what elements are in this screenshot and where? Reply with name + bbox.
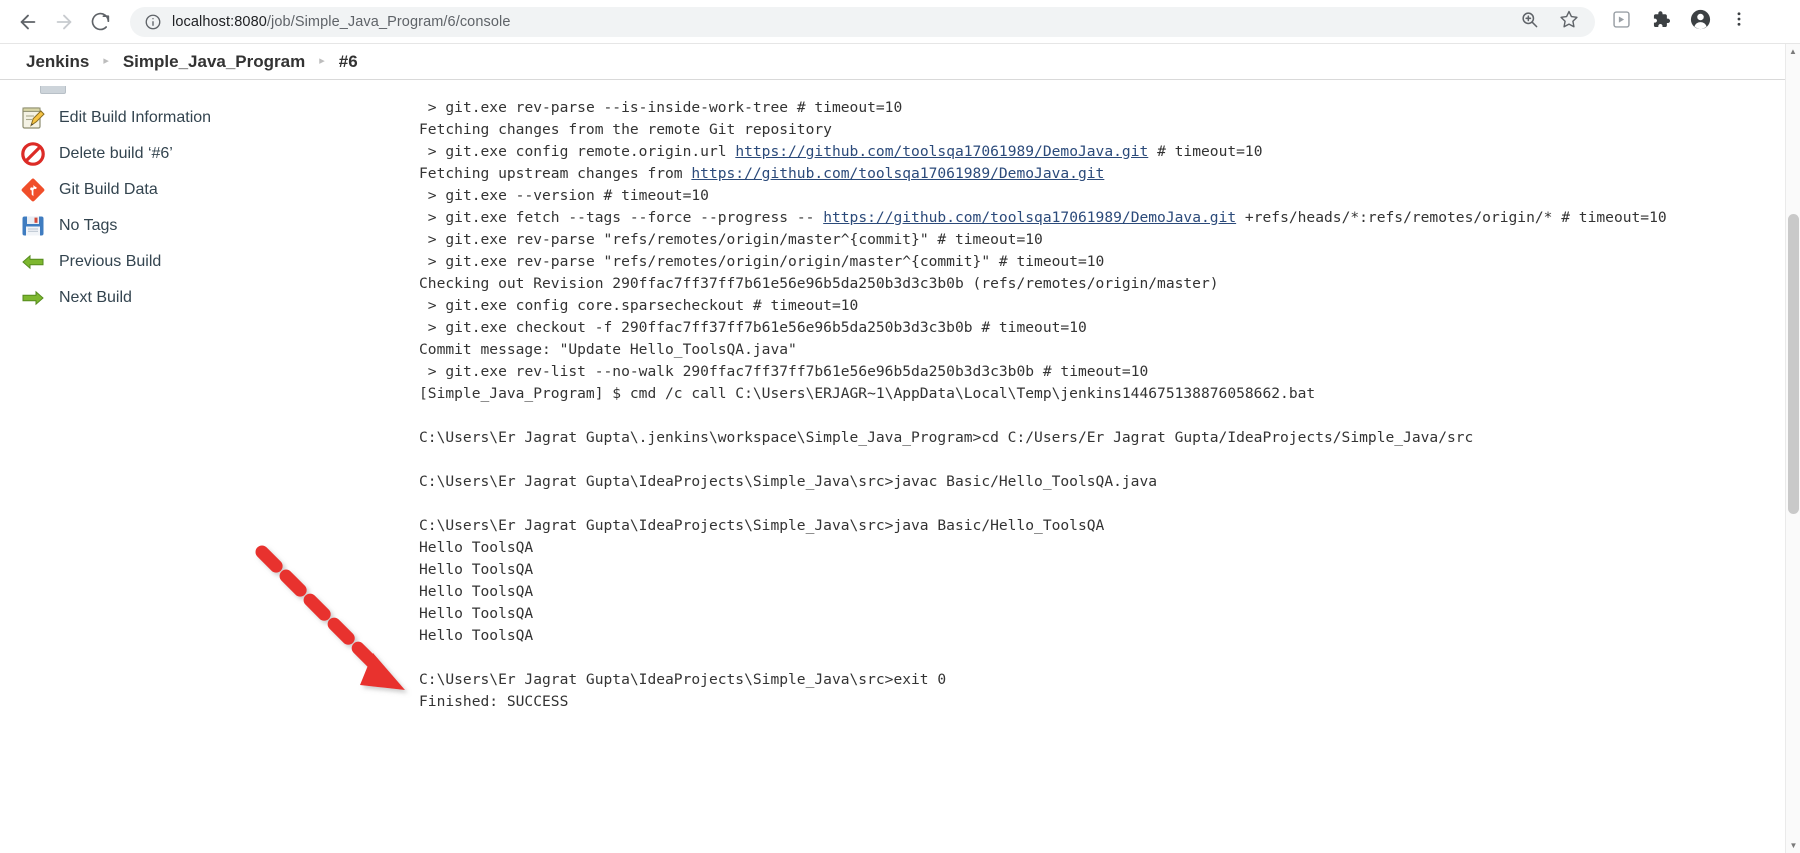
breadcrumb-separator-icon: ▸ bbox=[319, 55, 325, 67]
three-dot-menu-icon[interactable] bbox=[1730, 10, 1748, 33]
delete-forbidden-icon bbox=[20, 141, 46, 167]
breadcrumb-item-jenkins[interactable]: Jenkins bbox=[26, 52, 89, 72]
address-bar[interactable]: localhost:8080/job/Simple_Java_Program/6… bbox=[130, 6, 1595, 37]
console-link[interactable]: https://github.com/toolsqa17061989/DemoJ… bbox=[823, 209, 1236, 226]
scrollbar-thumb[interactable] bbox=[1788, 214, 1799, 514]
console-line: Hello ToolsQA bbox=[419, 626, 534, 644]
console-line: Hello ToolsQA bbox=[419, 604, 534, 622]
clipped-icon bbox=[40, 86, 66, 94]
console-line: > git.exe checkout -f 290ffac7ff37ff7b61… bbox=[419, 318, 1087, 336]
sidebar-item-label: Git Build Data bbox=[59, 181, 158, 198]
breadcrumb-item-build[interactable]: #6 bbox=[339, 52, 358, 72]
console-line: Hello ToolsQA bbox=[419, 582, 534, 600]
red-dashed-arrow-annotation bbox=[240, 535, 440, 715]
console-line: Hello ToolsQA bbox=[419, 560, 534, 578]
console-line: C:\Users\Er Jagrat Gupta\IdeaProjects\Si… bbox=[419, 472, 1158, 490]
breadcrumb-separator-icon: ▸ bbox=[103, 55, 109, 67]
console-line: > git.exe rev-list --no-walk 290ffac7ff3… bbox=[419, 362, 1149, 380]
url-host: localhost:8080 bbox=[172, 13, 267, 30]
sidebar-item-delete-build[interactable]: Delete build ‘#6’ bbox=[0, 136, 400, 172]
green-arrow-left-icon bbox=[20, 249, 46, 275]
git-diamond-icon bbox=[20, 177, 46, 203]
media-cast-icon[interactable] bbox=[1611, 9, 1632, 35]
page-scrollbar[interactable]: ▲ ▼ bbox=[1785, 44, 1800, 853]
console-line: > git.exe rev-parse "refs/remotes/origin… bbox=[419, 230, 1043, 248]
console-line: Hello ToolsQA bbox=[419, 538, 534, 556]
console-line: [Simple_Java_Program] $ cmd /c call C:\U… bbox=[419, 384, 1316, 402]
console-link[interactable]: https://github.com/toolsqa17061989/DemoJ… bbox=[735, 143, 1148, 160]
console-line: > git.exe config remote.origin.url https… bbox=[419, 142, 1263, 160]
console-line: C:\Users\Er Jagrat Gupta\IdeaProjects\Si… bbox=[419, 670, 947, 688]
console-line: > git.exe --version # timeout=10 bbox=[419, 186, 709, 204]
url-path: /job/Simple_Java_Program/6/console bbox=[266, 13, 511, 30]
sidebar-item-git-build-data[interactable]: Git Build Data bbox=[0, 172, 400, 208]
puzzle-piece-icon[interactable] bbox=[1650, 9, 1671, 35]
sidebar-item-label: Delete build ‘#6’ bbox=[59, 145, 173, 162]
back-arrow-icon[interactable] bbox=[10, 4, 46, 40]
star-icon[interactable] bbox=[1559, 9, 1579, 34]
floppy-disk-icon bbox=[20, 213, 46, 239]
reload-icon[interactable] bbox=[82, 4, 118, 40]
browser-action-icons bbox=[1595, 8, 1762, 36]
sidebar-item-no-tags[interactable]: No Tags bbox=[0, 208, 400, 244]
console-line: Commit message: "Update Hello_ToolsQA.ja… bbox=[419, 340, 797, 358]
zoom-search-icon[interactable] bbox=[1520, 10, 1539, 34]
sidebar-item-previous-build[interactable]: Previous Build bbox=[0, 244, 400, 280]
account-avatar-icon[interactable] bbox=[1689, 8, 1712, 36]
sidebar-item-clipped-above bbox=[0, 86, 400, 100]
console-line: Fetching upstream changes from https://g… bbox=[419, 164, 1105, 182]
console-line: Finished: SUCCESS bbox=[419, 692, 569, 710]
console-output: > git.exe rev-parse --is-inside-work-tre… bbox=[419, 97, 1759, 713]
breadcrumb-item-job[interactable]: Simple_Java_Program bbox=[123, 52, 305, 72]
sidebar-item-edit-build-information[interactable]: Edit Build Information bbox=[0, 100, 400, 136]
console-line: C:\Users\Er Jagrat Gupta\IdeaProjects\Si… bbox=[419, 516, 1105, 534]
breadcrumb: Jenkins ▸ Simple_Java_Program ▸ #6 bbox=[0, 44, 1790, 80]
browser-toolbar: localhost:8080/job/Simple_Java_Program/6… bbox=[0, 0, 1800, 44]
console-line: > git.exe rev-parse "refs/remotes/origin… bbox=[419, 252, 1105, 270]
console-line: > git.exe rev-parse --is-inside-work-tre… bbox=[419, 98, 903, 116]
sidebar-item-label: Previous Build bbox=[59, 253, 162, 270]
sidebar-item-label: Edit Build Information bbox=[59, 109, 212, 126]
sidebar-item-label: Next Build bbox=[59, 289, 132, 306]
console-line: > git.exe fetch --tags --force --progres… bbox=[419, 208, 1667, 226]
console-line: > git.exe config core.sparsecheckout # t… bbox=[419, 296, 859, 314]
scroll-down-arrow-icon[interactable]: ▼ bbox=[1786, 838, 1800, 853]
console-line: Fetching changes from the remote Git rep… bbox=[419, 120, 832, 138]
console-link[interactable]: https://github.com/toolsqa17061989/DemoJ… bbox=[691, 165, 1104, 182]
build-sidebar: Edit Build Information Delete build ‘#6’… bbox=[0, 82, 400, 316]
forward-arrow-icon[interactable] bbox=[46, 4, 82, 40]
address-bar-url: localhost:8080/job/Simple_Java_Program/6… bbox=[172, 14, 511, 30]
console-line: C:\Users\Er Jagrat Gupta\.jenkins\worksp… bbox=[419, 428, 1474, 446]
green-arrow-right-icon bbox=[20, 285, 46, 311]
edit-notepad-icon bbox=[20, 105, 46, 131]
sidebar-item-label: No Tags bbox=[59, 217, 118, 234]
console-line: Checking out Revision 290ffac7ff37ff7b61… bbox=[419, 274, 1219, 292]
site-information-icon[interactable] bbox=[144, 13, 162, 31]
scroll-up-arrow-icon[interactable]: ▲ bbox=[1786, 44, 1800, 59]
sidebar-item-next-build[interactable]: Next Build bbox=[0, 280, 400, 316]
